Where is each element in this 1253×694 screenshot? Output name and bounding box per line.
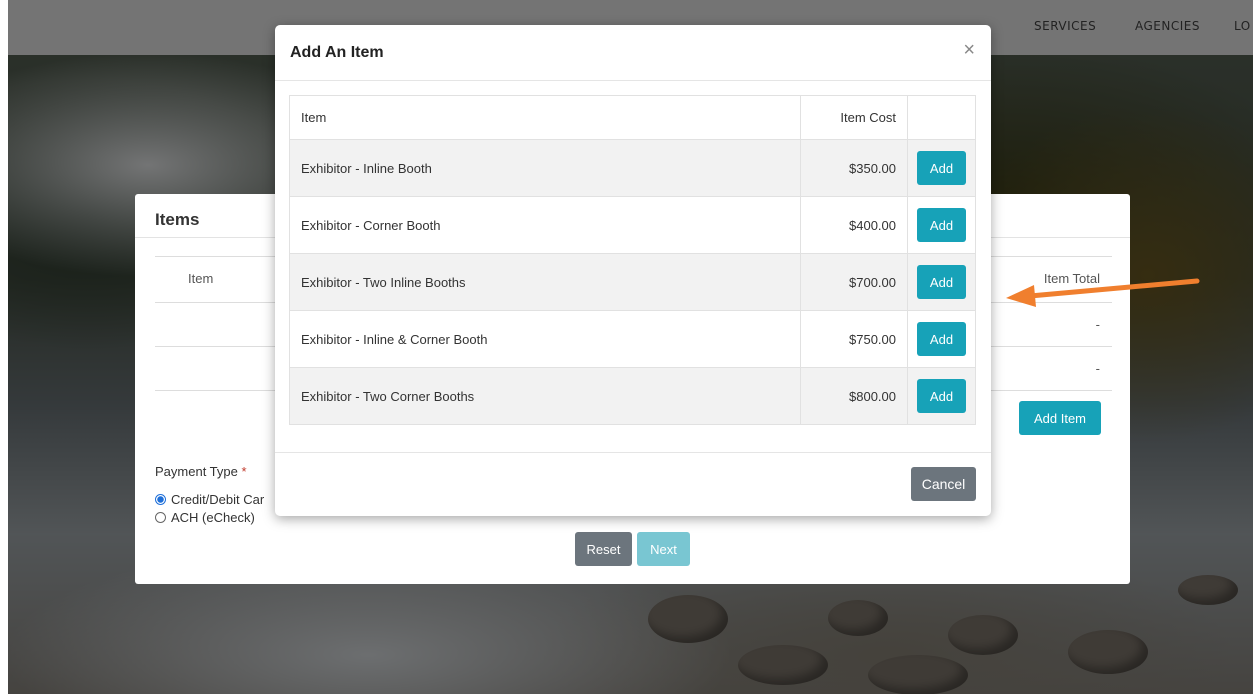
add-button[interactable]: Add bbox=[917, 379, 966, 413]
cancel-button[interactable]: Cancel bbox=[911, 467, 976, 501]
radio-unselected-icon[interactable] bbox=[155, 512, 166, 523]
add-button[interactable]: Add bbox=[917, 208, 966, 242]
add-button[interactable]: Add bbox=[917, 322, 966, 356]
modal-title: Add An Item bbox=[290, 44, 384, 61]
payment-option-label: ACH (eCheck) bbox=[171, 510, 255, 525]
payment-type-text: Payment Type bbox=[155, 464, 238, 479]
add-cell: Add bbox=[907, 310, 976, 368]
item-name: Exhibitor - Inline Booth bbox=[289, 139, 801, 197]
payment-type-label: Payment Type * bbox=[155, 464, 247, 479]
column-action bbox=[907, 95, 976, 140]
add-item-button[interactable]: Add Item bbox=[1019, 401, 1101, 435]
column-item-cost: Item Cost bbox=[800, 95, 908, 140]
table-row: Exhibitor - Inline Booth $350.00 Add bbox=[289, 139, 976, 197]
annotation-arrow-icon bbox=[1006, 278, 1200, 307]
item-cost: $800.00 bbox=[800, 367, 908, 425]
column-item: Item bbox=[289, 95, 801, 140]
payment-option-label: Credit/Debit Car bbox=[171, 492, 265, 507]
item-cost: $700.00 bbox=[800, 253, 908, 311]
items-card-title: Items bbox=[155, 210, 200, 229]
item-name: Exhibitor - Two Corner Booths bbox=[289, 367, 801, 425]
item-name: Exhibitor - Corner Booth bbox=[289, 196, 801, 254]
payment-option-card[interactable]: Credit/Debit Car bbox=[155, 492, 264, 507]
item-cost: $350.00 bbox=[800, 139, 908, 197]
item-cost: $400.00 bbox=[800, 196, 908, 254]
radio-selected-icon[interactable] bbox=[155, 494, 166, 505]
row-total: - bbox=[1095, 361, 1100, 376]
payment-option-ach[interactable]: ACH (eCheck) bbox=[155, 510, 255, 525]
add-cell: Add bbox=[907, 253, 976, 311]
table-header-row: Item Item Cost bbox=[289, 95, 976, 140]
close-icon[interactable]: × bbox=[963, 39, 975, 62]
table-row: Exhibitor - Corner Booth $400.00 Add bbox=[289, 196, 976, 254]
table-row: Exhibitor - Two Inline Booths $700.00 Ad… bbox=[289, 253, 976, 311]
add-cell: Add bbox=[907, 196, 976, 254]
add-button[interactable]: Add bbox=[917, 151, 966, 185]
item-cost: $750.00 bbox=[800, 310, 908, 368]
add-cell: Add bbox=[907, 367, 976, 425]
add-item-modal: Add An Item × Item Item Cost Exhibitor -… bbox=[275, 25, 991, 516]
reset-button[interactable]: Reset bbox=[575, 532, 632, 566]
add-cell: Add bbox=[907, 139, 976, 197]
item-name: Exhibitor - Two Inline Booths bbox=[289, 253, 801, 311]
next-button[interactable]: Next bbox=[637, 532, 690, 566]
column-item: Item bbox=[188, 271, 214, 286]
add-button[interactable]: Add bbox=[917, 265, 966, 299]
page-edge bbox=[0, 0, 8, 694]
required-marker: * bbox=[241, 464, 247, 479]
modal-header: Add An Item × bbox=[275, 25, 991, 81]
item-list-table: Item Item Cost Exhibitor - Inline Booth … bbox=[289, 95, 976, 425]
item-name: Exhibitor - Inline & Corner Booth bbox=[289, 310, 801, 368]
table-row: Exhibitor - Two Corner Booths $800.00 Ad… bbox=[289, 367, 976, 425]
table-row: Exhibitor - Inline & Corner Booth $750.0… bbox=[289, 310, 976, 368]
modal-footer-divider bbox=[275, 452, 991, 453]
